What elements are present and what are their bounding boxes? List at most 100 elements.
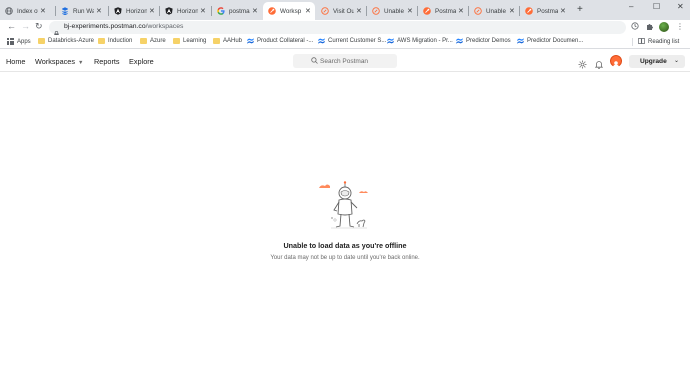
bookmark-label: Predictor Demos: [466, 38, 511, 44]
nav-workspaces-label: Workspaces: [35, 57, 76, 66]
postman-icon: [423, 7, 431, 15]
tab-2[interactable]: Run Wa ✕: [56, 2, 106, 20]
folder-icon: [173, 38, 180, 44]
tab-3[interactable]: Horizon ✕: [109, 2, 159, 20]
address-bar[interactable]: bj-experiments.postman.co/workspaces: [49, 21, 626, 37]
reload-icon[interactable]: ↻: [35, 21, 43, 32]
bookmark-predictor-demos[interactable]: Predictor Demos: [456, 38, 511, 44]
back-arrow-icon[interactable]: ←: [7, 21, 16, 31]
bookmark-learning[interactable]: Learning: [173, 38, 206, 44]
offline-subtitle: Your data may not be up to date until yo…: [270, 255, 420, 261]
postman-header: Home Workspaces ▼ Reports Explore Search …: [0, 50, 690, 72]
bookmark-product-collateral[interactable]: Product Collateral -...: [247, 38, 313, 44]
confluence-icon: [318, 38, 325, 44]
browser-profile-avatar[interactable]: [659, 22, 669, 32]
tab-9[interactable]: Postma ✕: [418, 2, 468, 20]
bookmark-label: Azure: [150, 38, 166, 44]
nav-explore[interactable]: Explore: [129, 57, 154, 66]
bookmark-induction[interactable]: Induction: [98, 38, 132, 44]
confluence-icon: [387, 38, 394, 44]
minimize-button[interactable]: –: [629, 2, 633, 11]
tab-11[interactable]: Postma ✕: [520, 2, 570, 20]
tab-5[interactable]: postma ✕: [212, 2, 262, 20]
settings-gear-icon[interactable]: [578, 56, 587, 74]
bookmarks-divider: [632, 38, 633, 46]
nav-reports[interactable]: Reports: [94, 57, 120, 66]
tab-10[interactable]: Unable t ✕: [469, 2, 519, 20]
apps-icon: [7, 38, 14, 45]
reading-list-icon: [638, 38, 645, 46]
history-icon[interactable]: [631, 22, 639, 32]
close-icon[interactable]: ✕: [458, 7, 464, 15]
confluence-icon: [247, 38, 254, 44]
angular-icon: [114, 7, 122, 15]
search-input[interactable]: Search Postman: [293, 54, 397, 68]
browser-toolbar: ← → ↻ bj-experiments.postman.co/workspac…: [0, 20, 690, 37]
nav-workspaces[interactable]: Workspaces ▼: [35, 57, 83, 66]
offline-title: Unable to load data as you're offline: [283, 241, 407, 250]
close-icon[interactable]: ✕: [149, 7, 155, 15]
window-close-button[interactable]: ✕: [677, 2, 684, 11]
close-icon[interactable]: ✕: [305, 7, 311, 15]
bookmark-label: Product Collateral -...: [257, 38, 314, 44]
postman-icon: [525, 7, 533, 15]
postman-outline-icon: [321, 7, 329, 15]
bookmark-aws-migration[interactable]: AWS Migration - Pr...: [387, 38, 453, 44]
tab-6-active[interactable]: Worksp ✕: [263, 2, 315, 20]
url-host: bj-experiments.postman.co: [64, 23, 146, 30]
close-icon[interactable]: ✕: [407, 7, 413, 15]
folder-icon: [140, 38, 147, 44]
tab-4[interactable]: Horizon ✕: [160, 2, 210, 20]
tab-title: postma: [229, 7, 250, 15]
offline-astronaut-illustration: [315, 180, 375, 236]
postman-outline-icon: [474, 7, 482, 15]
bookmarks-bar: Apps Databricks-Azure Induction Azure Le…: [0, 35, 690, 49]
bookmark-label: Predictor Documen...: [527, 38, 584, 44]
search-placeholder: Search Postman: [320, 57, 369, 65]
close-icon[interactable]: ✕: [40, 7, 46, 15]
tab-1[interactable]: Index of ✕: [0, 2, 50, 20]
extensions-icon[interactable]: [646, 22, 654, 32]
confluence-icon: [456, 38, 463, 44]
browser-window: Index of ✕ Run Wa ✕ Horizon ✕ Horizon ✕ …: [0, 0, 690, 369]
close-icon[interactable]: ✕: [200, 7, 206, 15]
nav-home[interactable]: Home: [6, 57, 25, 66]
new-tab-button[interactable]: +: [577, 4, 583, 15]
bookmark-current-customer[interactable]: Current Customer S...: [318, 38, 386, 44]
url-text: bj-experiments.postman.co/workspaces: [64, 23, 183, 30]
notification-bell-icon[interactable]: [594, 56, 604, 74]
bookmark-label: Learning: [183, 38, 207, 44]
bookmark-label: Databricks-Azure: [48, 38, 95, 44]
user-avatar[interactable]: [610, 55, 622, 68]
maximize-button[interactable]: ☐: [653, 2, 660, 11]
bookmark-azure[interactable]: Azure: [140, 38, 166, 44]
close-icon[interactable]: ✕: [509, 7, 515, 15]
bookmark-predictor-documentation[interactable]: Predictor Documen...: [517, 38, 583, 44]
tab-title: Horizon: [177, 7, 198, 15]
bookmark-label: AWS Migration - Pr...: [397, 38, 453, 44]
postman-icon: [268, 7, 276, 15]
close-icon[interactable]: ✕: [356, 7, 362, 15]
close-icon[interactable]: ✕: [560, 7, 566, 15]
chevron-down-icon: ▼: [78, 60, 84, 66]
confluence-icon: [517, 38, 524, 44]
forward-arrow-icon[interactable]: →: [21, 21, 30, 31]
folder-icon: [38, 38, 45, 44]
databricks-icon: [61, 7, 69, 15]
chevron-down-icon[interactable]: ⌄: [674, 57, 679, 64]
tab-title: Horizon: [126, 7, 147, 15]
url-path: /workspaces: [145, 23, 184, 30]
tab-title: Visit Ou: [333, 7, 354, 15]
postman-outline-icon: [372, 7, 380, 15]
tab-7[interactable]: Visit Ou ✕: [316, 2, 366, 20]
upgrade-button[interactable]: Upgrade ⌄: [629, 55, 685, 68]
reading-list-button[interactable]: Reading list: [638, 38, 679, 46]
close-icon[interactable]: ✕: [252, 7, 258, 15]
bookmark-aahub[interactable]: AAHub: [213, 38, 242, 44]
tab-8[interactable]: Unable t ✕: [367, 2, 417, 20]
bookmark-label: Current Customer S...: [328, 38, 387, 44]
bookmark-databricks-azure[interactable]: Databricks-Azure: [38, 38, 94, 44]
menu-kebab-icon[interactable]: ⋮: [676, 22, 684, 31]
bookmark-apps[interactable]: Apps: [7, 38, 31, 45]
close-icon[interactable]: ✕: [96, 7, 102, 15]
